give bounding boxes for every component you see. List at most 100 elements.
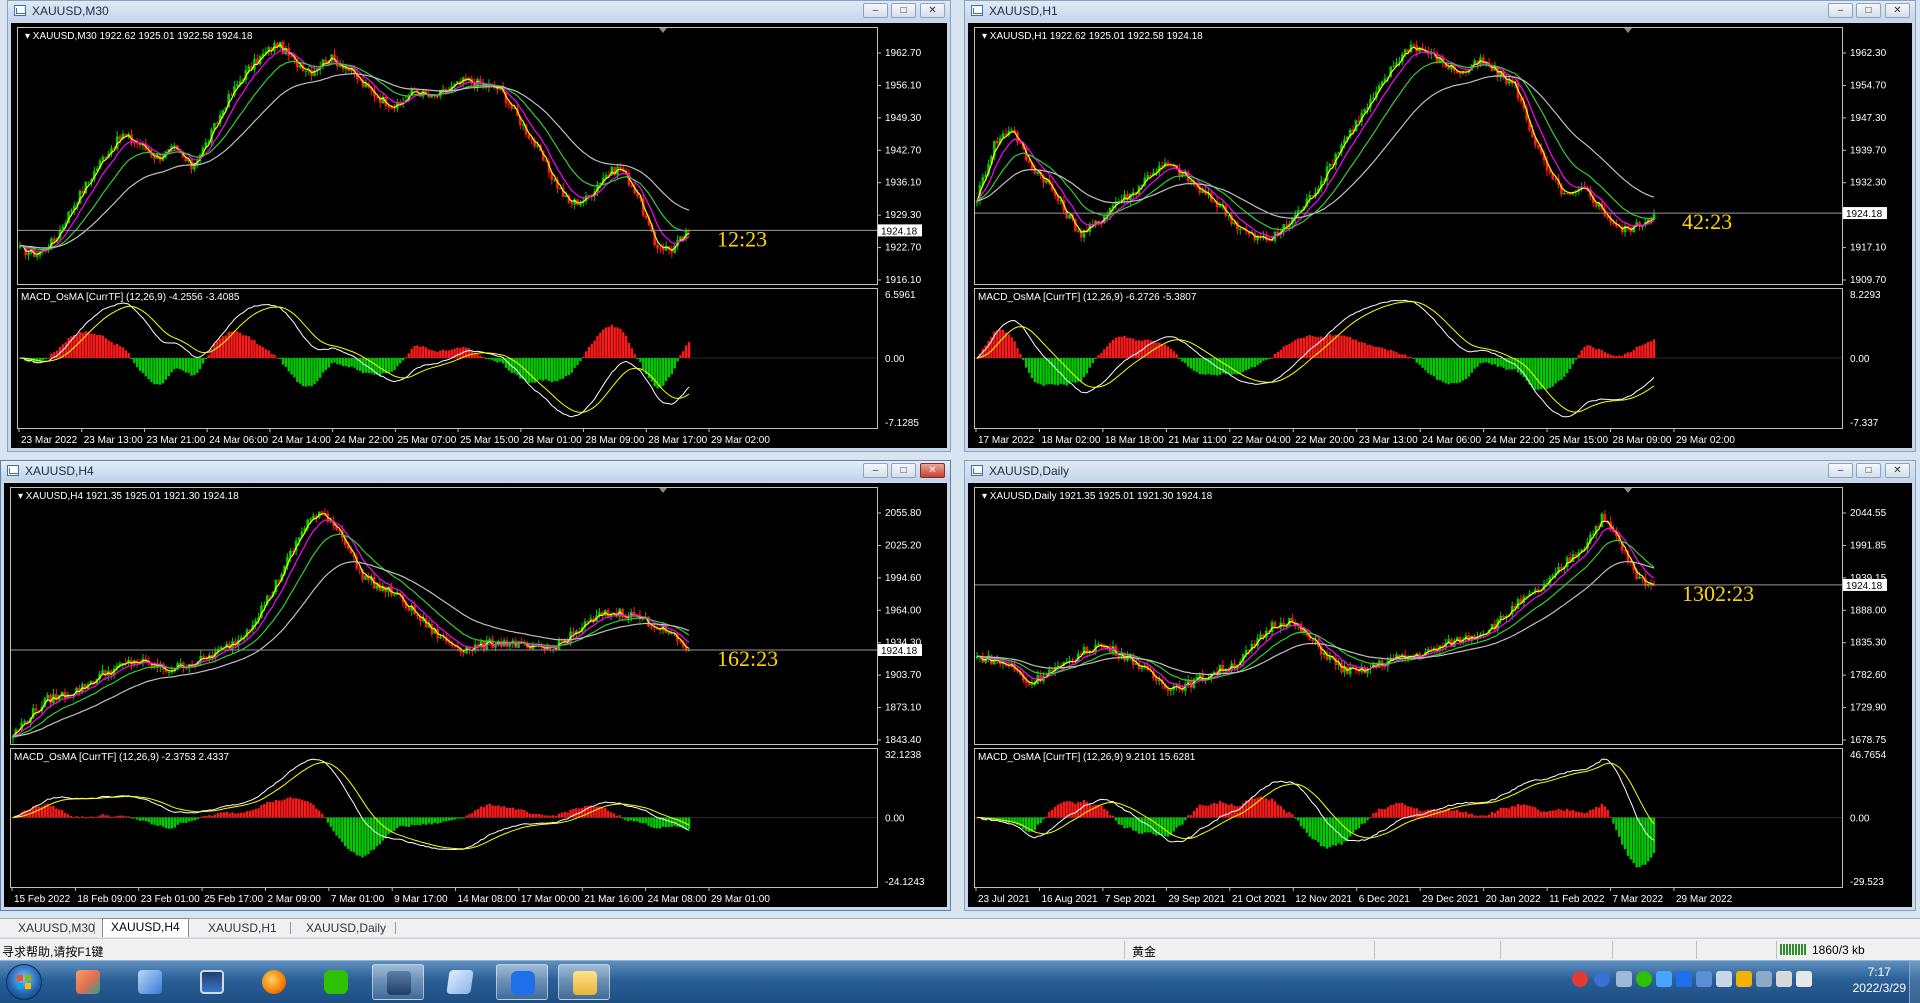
start-button[interactable] (6, 964, 42, 1000)
macd-histogram-bar (201, 358, 205, 364)
macd-histogram-bar (1418, 810, 1421, 818)
taskbar-app-notes[interactable] (434, 964, 486, 1000)
chart-shift-marker[interactable] (659, 28, 667, 33)
macd-histogram-bar (1568, 358, 1572, 369)
candle-body (995, 140, 999, 144)
macd-histogram-bar (1566, 808, 1569, 818)
macd-histogram-bar (95, 334, 99, 358)
tab-xauusd-m30[interactable]: XAUUSD,M30 (10, 920, 103, 936)
price-label: 1922.70 (885, 243, 922, 254)
window-titlebar[interactable]: XAUUSD,H4 – □ ✕ (1, 461, 950, 481)
tray-app-icon[interactable] (1736, 971, 1752, 987)
taskbar-app-wechat[interactable] (310, 964, 362, 1000)
macd-histogram-bar (1505, 807, 1508, 818)
chart-area[interactable]: ▾ XAUUSD,H4 1921.35 1925.01 1921.30 1924… (4, 483, 947, 907)
macd-histogram-bar (566, 812, 569, 818)
macd-histogram-bar (1487, 358, 1491, 364)
macd-histogram-bar (323, 817, 327, 819)
tray-app-icon[interactable] (1616, 971, 1632, 987)
macd-histogram-bar (1537, 358, 1540, 390)
candle-body (1027, 160, 1031, 163)
macd-histogram-bar (361, 817, 364, 858)
tab-xauusd-h4[interactable]: XAUUSD,H4 (102, 918, 189, 937)
macd-histogram-bar (1111, 340, 1115, 358)
chart-window-h4[interactable]: XAUUSD,H4 – □ ✕ ▾ XAUUSD,H4 1921.35 1925… (0, 460, 951, 911)
shield-icon[interactable] (1696, 971, 1712, 987)
macd-histogram-bar (1574, 811, 1578, 818)
tab-xauusd-daily[interactable]: XAUUSD,Daily (298, 920, 394, 936)
chart-window-h1[interactable]: XAUUSD,H1 – □ ✕ ▾ XAUUSD,H1 1922.62 1925… (964, 0, 1916, 452)
taskbar-app-explorer[interactable] (558, 964, 610, 1000)
window-titlebar[interactable]: XAUUSD,Daily – □ ✕ (965, 461, 1915, 481)
candle-body (320, 511, 324, 513)
window-titlebar[interactable]: XAUUSD,M30 – □ ✕ (8, 1, 950, 21)
tab-xauusd-h1[interactable]: XAUUSD,H1 (200, 920, 285, 936)
candle-body (153, 156, 156, 159)
minimize-button[interactable]: – (863, 3, 888, 18)
macd-histogram-bar (1612, 817, 1615, 824)
minimize-button[interactable]: – (863, 463, 888, 478)
maximize-button[interactable]: □ (1856, 463, 1881, 478)
price-chart-svg[interactable]: ▾ XAUUSD,M30 1922.62 1925.01 1922.58 192… (11, 23, 947, 448)
macd-histogram-bar (44, 358, 47, 359)
speaker-icon[interactable] (1776, 971, 1792, 987)
time-label: 21 Oct 2021 (1232, 894, 1287, 905)
wechat-tray-icon[interactable] (1636, 971, 1652, 987)
chart-area[interactable]: ▾ XAUUSD,H1 1922.62 1925.01 1922.58 1924… (968, 23, 1912, 448)
macd-histogram-bar (1033, 817, 1037, 831)
macd-histogram-bar (104, 815, 107, 818)
close-button[interactable]: ✕ (920, 3, 945, 18)
chart-shift-marker[interactable] (1624, 488, 1632, 493)
taskbar-app-browser[interactable] (248, 964, 300, 1000)
taskbar-app-network[interactable] (124, 964, 176, 1000)
macd-histogram-bar (330, 358, 333, 364)
taskbar-clock[interactable]: 7:17 2022/3/29 (1853, 964, 1906, 996)
close-button[interactable]: ✕ (1885, 463, 1910, 478)
chart-area[interactable]: ▾ XAUUSD,M30 1922.62 1925.01 1922.58 192… (11, 23, 947, 448)
macd-histogram-bar (1644, 817, 1647, 865)
macd-histogram-bar (441, 349, 445, 358)
network-tray-icon[interactable] (1796, 971, 1812, 987)
chart-shift-marker[interactable] (1624, 28, 1632, 33)
close-button[interactable]: ✕ (1885, 3, 1910, 18)
macd-histogram-bar (41, 358, 45, 360)
taskbar-app-paint[interactable] (62, 964, 114, 1000)
price-chart-svg[interactable]: ▾ XAUUSD,Daily 1921.35 1925.01 1921.30 1… (968, 483, 1912, 907)
status-divider (1696, 941, 1697, 959)
tray-app-icon[interactable] (1656, 971, 1672, 987)
maximize-button[interactable]: □ (891, 463, 916, 478)
maximize-button[interactable]: □ (1856, 3, 1881, 18)
feishu-tray-icon[interactable] (1676, 971, 1692, 987)
usb-icon[interactable] (1756, 971, 1772, 987)
taskbar-app-desktop[interactable] (186, 964, 238, 1000)
taskbar-app-metatrader[interactable] (372, 964, 424, 1000)
show-desktop-button[interactable] (1909, 961, 1920, 1003)
chart-shift-marker[interactable] (659, 488, 667, 493)
window-titlebar[interactable]: XAUUSD,H1 – □ ✕ (965, 1, 1915, 21)
macd-histogram-bar (1273, 353, 1277, 358)
macd-histogram-bar (1560, 809, 1563, 818)
macd-histogram-bar (66, 814, 70, 818)
taskbar-app-feishu[interactable] (496, 964, 548, 1000)
macd-histogram-bar (1265, 798, 1268, 818)
close-button[interactable]: ✕ (920, 463, 945, 478)
price-chart-svg[interactable]: ▾ XAUUSD,H4 1921.35 1925.01 1921.30 1924… (4, 483, 947, 907)
tray-app-icon[interactable] (1572, 971, 1588, 987)
minimize-button[interactable]: – (1828, 463, 1853, 478)
macd-histogram-bar (416, 345, 419, 358)
chart-window-daily[interactable]: XAUUSD,Daily – □ ✕ ▾ XAUUSD,Daily 1921.3… (964, 460, 1916, 911)
candle-body (572, 631, 575, 634)
minimize-button[interactable]: – (1828, 3, 1853, 18)
chart-area[interactable]: ▾ XAUUSD,Daily 1921.35 1925.01 1921.30 1… (968, 483, 1912, 907)
macd-histogram-bar (632, 817, 636, 822)
price-chart-svg[interactable]: ▾ XAUUSD,H1 1922.62 1925.01 1922.58 1924… (968, 23, 1912, 448)
time-label: 28 Mar 01:00 (523, 435, 582, 446)
time-label: 29 Dec 2021 (1422, 894, 1479, 905)
help-icon[interactable] (1594, 971, 1610, 987)
chart-window-m30[interactable]: XAUUSD,M30 – □ ✕ ▾ XAUUSD,M30 1922.62 19… (7, 0, 951, 452)
maximize-button[interactable]: □ (891, 3, 916, 18)
candle-body (1502, 615, 1505, 618)
macd-histogram-bar (113, 344, 116, 358)
macd-histogram-bar (1464, 811, 1468, 818)
volume-icon[interactable] (1716, 971, 1732, 987)
